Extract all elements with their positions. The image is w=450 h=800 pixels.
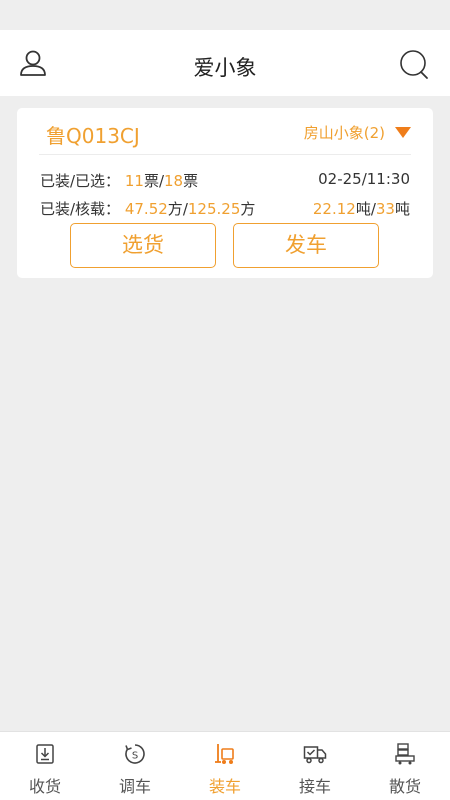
route-label: 房山小象(2) (303, 124, 385, 142)
ticket-label: 已装/已选： (40, 172, 121, 190)
page-title: 爱小象 (193, 56, 257, 80)
forklift-icon (215, 744, 234, 764)
route-dropdown[interactable]: 房山小象(2) (304, 122, 411, 143)
weight-stats: 22.12吨/33吨 (313, 198, 410, 219)
depart-button[interactable]: 发车 (233, 223, 379, 268)
volume-unit: 方 (240, 200, 256, 218)
receive-icon (36, 744, 54, 764)
svg-text:S: S (132, 751, 138, 762)
search-icon[interactable] (398, 48, 430, 80)
ticket-unit: 票 (183, 172, 199, 190)
tab-bulk[interactable]: 散货 (360, 732, 450, 800)
truck-check-icon (303, 746, 327, 764)
dispatch-icon: S (125, 744, 145, 764)
capacity-volume: 125.25 (187, 200, 241, 218)
vehicle-card: 鲁Q013CJ 房山小象(2) 已装/已选： 11票/18票 02-25/11:… (17, 108, 433, 278)
select-goods-button[interactable]: 选货 (70, 223, 216, 268)
tab-label: 接车 (298, 777, 331, 796)
loaded-tickets: 11 (124, 172, 144, 190)
ticket-unit: 票 (143, 172, 159, 190)
tab-loading[interactable]: 装车 (180, 732, 270, 800)
tab-label: 收货 (28, 777, 61, 796)
tab-label: 调车 (118, 777, 151, 796)
bottom-tab-bar: 收货 S 调车 装车 接车 散货 (0, 731, 450, 800)
tab-label: 散货 (388, 777, 421, 796)
tab-label: 装车 (208, 777, 241, 796)
dropdown-triangle-icon (395, 127, 411, 138)
ticket-row: 已装/已选： 11票/18票 02-25/11:30 (40, 170, 410, 191)
datetime: 02-25/11:30 (318, 170, 410, 188)
license-plate: 鲁Q013CJ (46, 124, 140, 148)
volume-unit: 方 (167, 200, 183, 218)
loaded-weight: 22.12 (312, 200, 356, 218)
tab-pickup[interactable]: 接车 (270, 732, 360, 800)
warehouse-icon (395, 743, 415, 765)
card-divider (39, 154, 411, 155)
load-label: 已装/核载： (40, 200, 121, 218)
loaded-volume: 47.52 (124, 200, 168, 218)
tab-receive[interactable]: 收货 (0, 732, 90, 800)
selected-tickets: 18 (164, 172, 184, 190)
weight-unit: 吨 (394, 200, 410, 218)
ticket-stats: 已装/已选： 11票/18票 (40, 170, 198, 191)
tab-dispatch[interactable]: S 调车 (90, 732, 180, 800)
weight-unit: 吨 (355, 200, 371, 218)
volume-stats: 已装/核载： 47.52方/125.25方 (40, 198, 255, 219)
status-bar (0, 0, 450, 30)
capacity-weight: 33 (375, 200, 395, 218)
app-header: 爱小象 (0, 30, 450, 96)
load-row: 已装/核载： 47.52方/125.25方 22.12吨/33吨 (40, 198, 410, 219)
